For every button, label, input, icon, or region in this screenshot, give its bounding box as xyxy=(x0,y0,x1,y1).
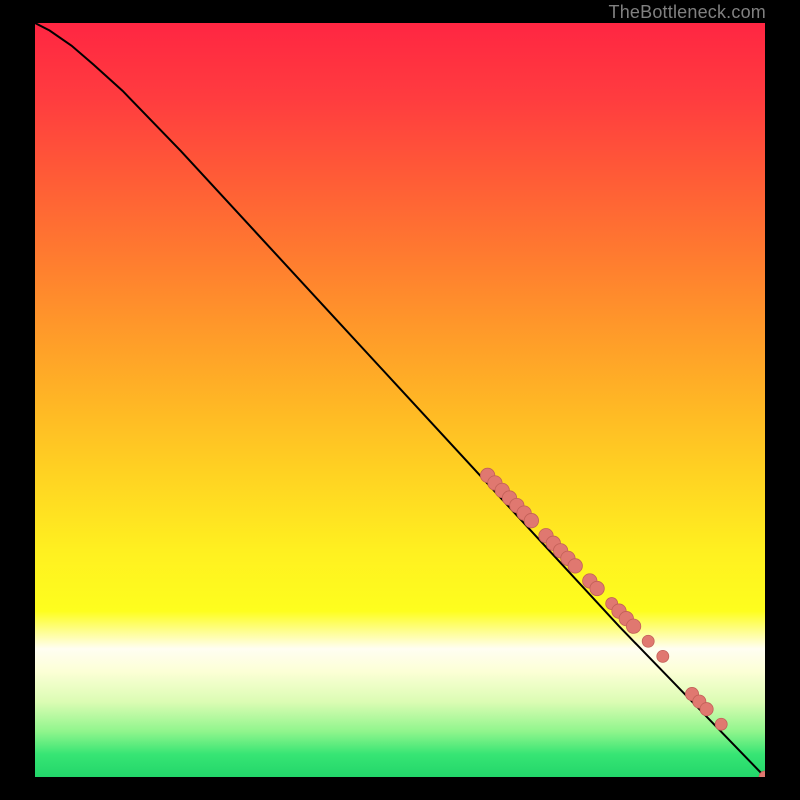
plot-gradient-background xyxy=(35,23,765,777)
attribution-label: TheBottleneck.com xyxy=(609,2,766,23)
chart-stage: TheBottleneck.com xyxy=(0,0,800,800)
